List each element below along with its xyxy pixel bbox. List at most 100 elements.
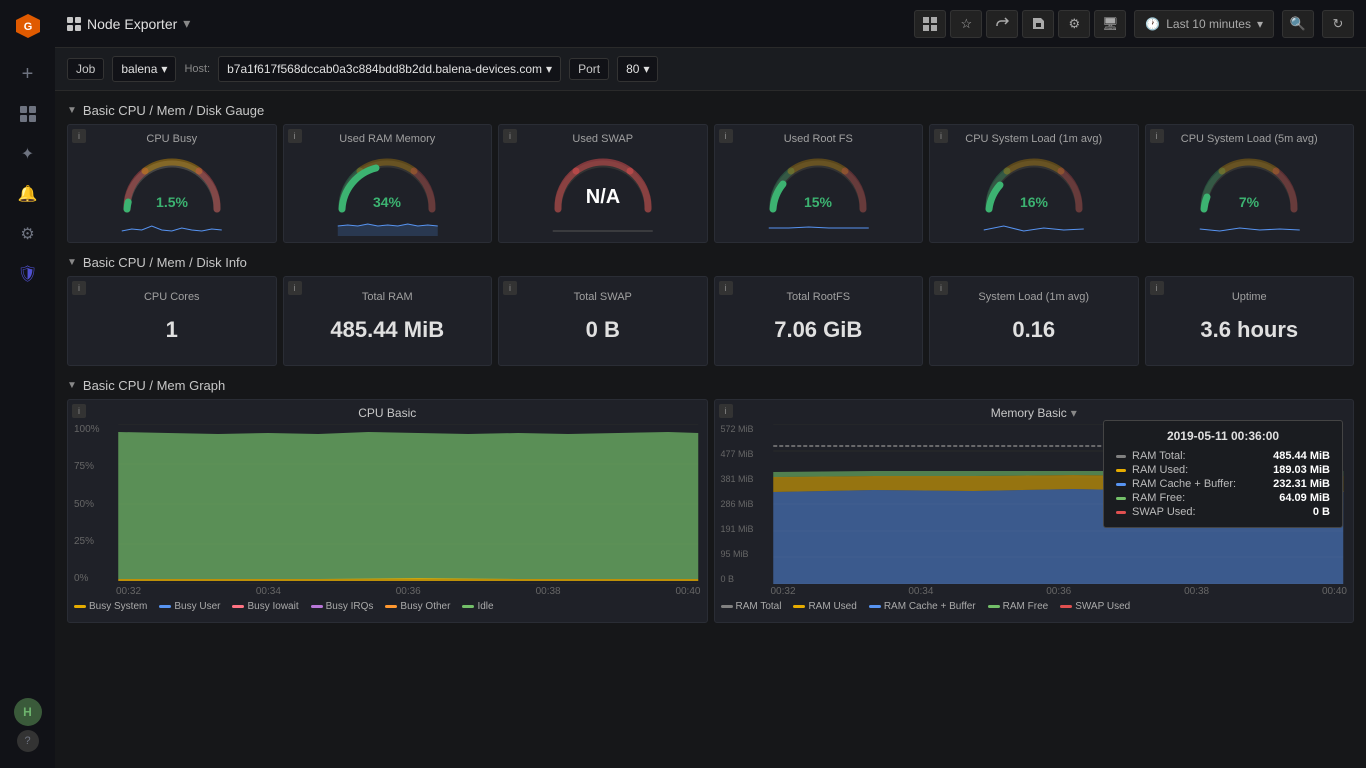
cpu-graph-title: CPU Basic bbox=[74, 406, 701, 420]
kiosk-button[interactable]: 🖥 bbox=[1094, 10, 1126, 38]
legend-ram-free: RAM Free bbox=[988, 601, 1049, 612]
cpu-load-1m-info[interactable]: i bbox=[934, 129, 948, 143]
uptime-info[interactable]: i bbox=[1150, 281, 1164, 295]
port-value: 80 bbox=[626, 62, 639, 76]
job-label: Job bbox=[67, 58, 104, 80]
system-load-1m-title: System Load (1m avg) bbox=[978, 289, 1089, 303]
uptime-title: Uptime bbox=[1232, 289, 1267, 303]
mem-graph-dropdown[interactable]: ▾ bbox=[1071, 406, 1077, 420]
sidebar-icon-alerts[interactable]: 🔔 bbox=[8, 176, 48, 212]
ram-used-color bbox=[793, 605, 805, 608]
panel-layout-button[interactable] bbox=[914, 10, 946, 38]
sidebar-logo[interactable]: G bbox=[10, 8, 46, 44]
mem-tooltip: 2019-05-11 00:36:00 RAM Total: 485.44 Mi… bbox=[1103, 420, 1343, 528]
busy-system-label: Busy System bbox=[89, 601, 147, 612]
graph-section-chevron: ▼ bbox=[67, 380, 77, 391]
port-select[interactable]: 80 ▾ bbox=[617, 56, 658, 82]
info-section-header[interactable]: ▼ Basic CPU / Mem / Disk Info bbox=[67, 251, 1354, 276]
sidebar-icon-shield[interactable]: 🛡 bbox=[8, 256, 48, 292]
filterbar: Job balena ▾ Host: b7a1f617f568dccab0a3c… bbox=[55, 48, 1366, 91]
settings-button[interactable]: ⚙ bbox=[1058, 10, 1090, 38]
ram-total-color bbox=[721, 605, 733, 608]
total-rootfs-info[interactable]: i bbox=[719, 281, 733, 295]
sidebar-icon-dashboard[interactable] bbox=[8, 96, 48, 132]
total-rootfs-value: 7.06 GiB bbox=[774, 307, 862, 353]
legend-swap-used: SWAP Used bbox=[1060, 601, 1130, 612]
star-button[interactable]: ☆ bbox=[950, 10, 982, 38]
legend-busy-user: Busy User bbox=[159, 601, 220, 612]
sidebar-icon-settings[interactable]: ⚙ bbox=[8, 216, 48, 252]
tooltip-ram-used-key: RAM Used: bbox=[1132, 464, 1267, 476]
used-swap-sparkline bbox=[505, 216, 701, 236]
job-select[interactable]: balena ▾ bbox=[112, 56, 176, 82]
user-avatar[interactable]: H bbox=[14, 698, 42, 726]
tooltip-ram-used-dot bbox=[1116, 469, 1126, 472]
svg-text:7%: 7% bbox=[1239, 194, 1260, 210]
tooltip-ram-total-dot bbox=[1116, 455, 1126, 458]
used-swap-info[interactable]: i bbox=[503, 129, 517, 143]
used-ram-sparkline bbox=[290, 216, 486, 236]
graph-section-header[interactable]: ▼ Basic CPU / Mem Graph bbox=[67, 374, 1354, 399]
used-ram-card: i Used RAM Memory 34% bbox=[283, 124, 493, 243]
used-ram-info[interactable]: i bbox=[288, 129, 302, 143]
save-button[interactable] bbox=[1022, 10, 1054, 38]
system-load-1m-info[interactable]: i bbox=[934, 281, 948, 295]
search-button[interactable]: 🔍 bbox=[1282, 10, 1314, 38]
tooltip-swap-used-key: SWAP Used: bbox=[1132, 506, 1307, 518]
cpu-graph-info[interactable]: i bbox=[72, 404, 86, 418]
used-swap-gauge: N/A bbox=[548, 149, 658, 214]
legend-busy-irqs: Busy IRQs bbox=[311, 601, 374, 612]
topbar-title: Node Exporter ▾ bbox=[67, 15, 906, 32]
time-range-button[interactable]: 🕐 Last 10 minutes ▾ bbox=[1134, 10, 1274, 38]
grid-icon bbox=[67, 17, 81, 31]
busy-other-label: Busy Other bbox=[400, 601, 450, 612]
sidebar-icon-explore[interactable]: ✦ bbox=[8, 136, 48, 172]
svg-text:34%: 34% bbox=[373, 194, 402, 210]
tooltip-ram-used: RAM Used: 189.03 MiB bbox=[1116, 463, 1330, 477]
tooltip-swap-used: SWAP Used: 0 B bbox=[1116, 505, 1330, 519]
cpu-cores-info[interactable]: i bbox=[72, 281, 86, 295]
mem-graph-card: i Memory Basic ▾ 572 MiB 477 MiB 381 MiB… bbox=[714, 399, 1355, 623]
used-rootfs-info[interactable]: i bbox=[719, 129, 733, 143]
job-value: balena bbox=[121, 62, 157, 76]
cpu-load-5m-info[interactable]: i bbox=[1150, 129, 1164, 143]
legend-ram-total: RAM Total bbox=[721, 601, 782, 612]
tooltip-ram-total-val: 485.44 MiB bbox=[1273, 450, 1330, 462]
mem-graph-info[interactable]: i bbox=[719, 404, 733, 418]
gauge-row: i CPU Busy 1.5% bbox=[67, 124, 1354, 243]
busy-irqs-label: Busy IRQs bbox=[326, 601, 374, 612]
total-ram-info[interactable]: i bbox=[288, 281, 302, 295]
cpu-yaxis: 100% 75% 50% 25% 0% bbox=[74, 424, 114, 584]
share-button[interactable] bbox=[986, 10, 1018, 38]
host-select[interactable]: b7a1f617f568dccab0a3c884bdd8b2dd.balena-… bbox=[218, 56, 561, 82]
total-ram-value: 485.44 MiB bbox=[330, 307, 444, 353]
used-swap-card: i Used SWAP N/A bbox=[498, 124, 708, 243]
clock-icon: 🕐 bbox=[1145, 17, 1160, 31]
total-ram-title: Total RAM bbox=[362, 289, 413, 303]
uptime-card: i Uptime 3.6 hours bbox=[1145, 276, 1355, 366]
busy-iowait-color bbox=[232, 605, 244, 608]
graph-section-label: Basic CPU / Mem Graph bbox=[83, 378, 225, 393]
tooltip-ram-free-key: RAM Free: bbox=[1132, 492, 1273, 504]
host-value: b7a1f617f568dccab0a3c884bdd8b2dd.balena-… bbox=[227, 62, 542, 76]
gauge-section-header[interactable]: ▼ Basic CPU / Mem / Disk Gauge bbox=[67, 99, 1354, 124]
gauge-section-label: Basic CPU / Mem / Disk Gauge bbox=[83, 103, 264, 118]
busy-user-color bbox=[159, 605, 171, 608]
cpu-busy-info[interactable]: i bbox=[72, 129, 86, 143]
mem-legend: RAM Total RAM Used RAM Cache + Buffer RA… bbox=[721, 597, 1348, 616]
cpu-cores-card: i CPU Cores 1 bbox=[67, 276, 277, 366]
tooltip-swap-used-dot bbox=[1116, 511, 1126, 514]
total-swap-info[interactable]: i bbox=[503, 281, 517, 295]
svg-text:1.5%: 1.5% bbox=[156, 194, 188, 210]
system-load-1m-card: i System Load (1m avg) 0.16 bbox=[929, 276, 1139, 366]
sidebar-icon-add[interactable]: + bbox=[8, 56, 48, 92]
cpu-busy-card: i CPU Busy 1.5% bbox=[67, 124, 277, 243]
host-dropdown-arrow: ▾ bbox=[546, 62, 552, 76]
idle-label: Idle bbox=[477, 601, 493, 612]
cpu-busy-gauge: 1.5% bbox=[117, 149, 227, 214]
idle-color bbox=[462, 605, 474, 608]
busy-system-color bbox=[74, 605, 86, 608]
sidebar-icon-help[interactable]: ? bbox=[17, 730, 39, 752]
refresh-button[interactable]: ↻ bbox=[1322, 10, 1354, 38]
title-dropdown-arrow[interactable]: ▾ bbox=[183, 15, 190, 32]
